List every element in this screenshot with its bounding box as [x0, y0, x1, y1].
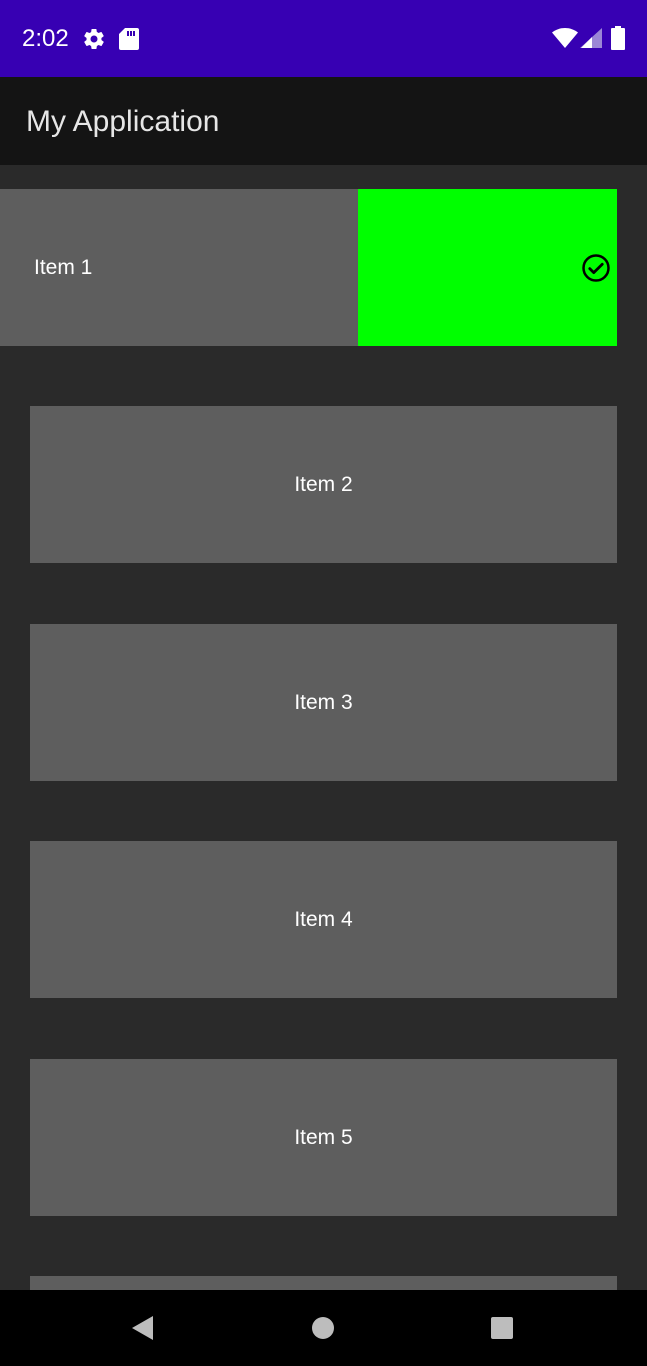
status-bar: 2:02 [0, 0, 647, 77]
battery-icon [611, 26, 625, 50]
app-screen: 2:02 My Application Item 1 Item 2 Item 3… [0, 0, 647, 1366]
status-time: 2:02 [22, 25, 69, 52]
settings-gear-icon [84, 29, 104, 50]
list-item[interactable]: Item 5 [30, 1059, 617, 1216]
sd-card-icon [119, 28, 139, 50]
back-icon[interactable] [129, 1314, 157, 1342]
list-item[interactable]: Item 2 [30, 406, 617, 563]
home-icon[interactable] [309, 1314, 337, 1342]
check-circle-icon [582, 254, 610, 282]
list-item[interactable]: Item 3 [30, 624, 617, 781]
list-item-label: Item 2 [294, 472, 353, 496]
list-item-label: Item 4 [294, 907, 353, 931]
navigation-bar [0, 1290, 647, 1366]
app-bar: My Application [0, 77, 647, 165]
list-item-label: Item 3 [294, 690, 353, 714]
swipe-action-background[interactable] [358, 189, 617, 346]
cellular-signal-icon [580, 28, 602, 48]
list-item[interactable]: Item 1 [0, 189, 358, 346]
list-item[interactable] [30, 1276, 617, 1290]
list-item-label: Item 5 [294, 1125, 353, 1149]
list-item-label: Item 1 [34, 255, 93, 279]
item-list[interactable]: Item 1 Item 2 Item 3 Item 4 Item 5 [0, 165, 647, 1290]
wifi-icon [552, 28, 578, 48]
list-item[interactable]: Item 4 [30, 841, 617, 998]
app-title: My Application [26, 105, 220, 138]
recents-icon[interactable] [488, 1314, 516, 1342]
